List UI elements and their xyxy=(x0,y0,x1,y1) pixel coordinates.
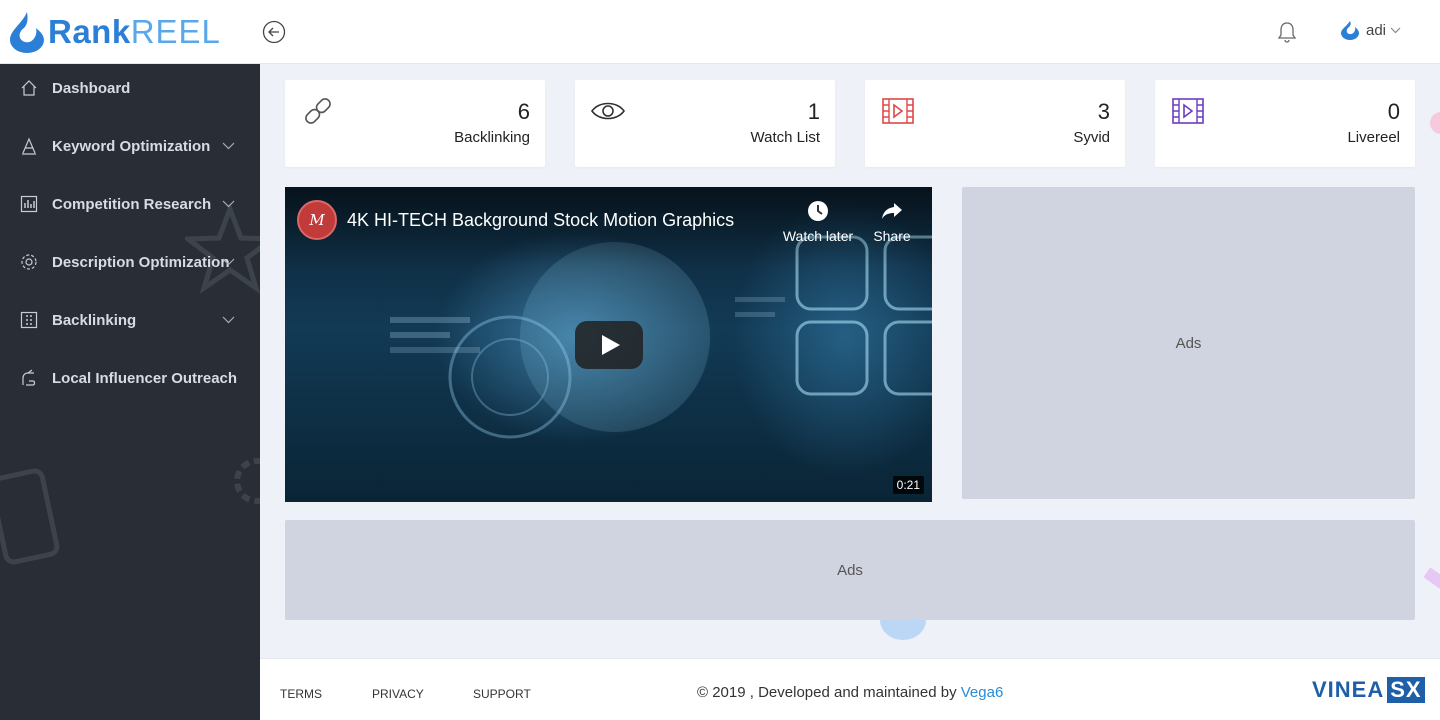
chevron-down-icon xyxy=(222,258,235,266)
video-player[interactable]: M 4K HI-TECH Background Stock Motion Gra… xyxy=(285,187,932,502)
stat-label: Backlinking xyxy=(454,129,530,146)
video-duration: 0:21 xyxy=(892,476,924,494)
chevron-down-icon xyxy=(222,142,235,150)
sidebar-item-label: Backlinking xyxy=(52,311,137,329)
notification-bell-icon[interactable] xyxy=(1276,20,1298,44)
brand-text: VINEA xyxy=(1312,677,1385,702)
eye-icon xyxy=(591,102,625,120)
share-label: Share xyxy=(873,228,911,244)
sidebar-item-competition-research[interactable]: Competition Research xyxy=(0,175,260,233)
footer: TERMS PRIVACY SUPPORT © 2019 , Developed… xyxy=(260,658,1440,720)
logo-text-rank: Rank xyxy=(48,13,131,50)
sidebar-item-description-optimization[interactable]: Description Optimization xyxy=(0,233,260,291)
decorative-blob xyxy=(1430,112,1440,134)
stat-label: Syvid xyxy=(1073,129,1110,146)
grid-icon xyxy=(20,311,38,329)
share-arrow-icon xyxy=(882,203,902,219)
privacy-link[interactable]: PRIVACY xyxy=(372,687,424,701)
ad-label: Ads xyxy=(1175,334,1202,352)
sidebar-item-label: Description Optimization xyxy=(52,253,230,271)
chevron-down-icon xyxy=(222,316,235,324)
stat-card-syvid[interactable]: 3 Syvid xyxy=(865,80,1125,167)
stat-label: Livereel xyxy=(1347,129,1400,146)
gear-icon xyxy=(21,254,37,270)
film-icon xyxy=(1172,98,1204,124)
copyright-label: © 2019 , Developed and maintained by xyxy=(697,684,961,701)
tablet-decoration-icon xyxy=(0,468,60,565)
chevron-down-icon xyxy=(222,200,235,208)
home-icon xyxy=(21,80,37,96)
logo-text-reel: REEL xyxy=(130,13,221,50)
ad-slot-bottom[interactable]: Ads xyxy=(285,520,1415,620)
chevron-down-icon xyxy=(1390,27,1401,33)
footer-brand-logo: VINEA SX xyxy=(1312,677,1425,703)
copyright-text: © 2019 , Developed and maintained by Veg… xyxy=(697,684,1003,701)
user-name: adi xyxy=(1366,21,1387,39)
logo-text: RankREEL xyxy=(48,13,221,51)
decorative-blob xyxy=(1423,567,1440,589)
developer-link[interactable]: Vega6 xyxy=(961,684,1004,701)
play-button[interactable] xyxy=(575,321,643,369)
text-a-icon xyxy=(22,137,36,155)
sidebar: Dashboard Keyword Optimization Competiti… xyxy=(0,64,260,720)
avatar xyxy=(1341,21,1359,40)
logo-drop-icon xyxy=(10,12,44,53)
video-title[interactable]: 4K HI-TECH Background Stock Motion Graph… xyxy=(347,210,734,231)
support-link[interactable]: SUPPORT xyxy=(473,687,531,701)
terms-link[interactable]: TERMS xyxy=(280,687,322,701)
sidebar-item-dashboard[interactable]: Dashboard xyxy=(0,64,260,117)
stat-value: 0 xyxy=(1387,99,1400,124)
bar-chart-icon xyxy=(20,195,38,213)
link-icon xyxy=(305,98,331,124)
sidebar-item-label: Dashboard xyxy=(52,79,131,97)
sidebar-toggle-back-icon[interactable] xyxy=(262,20,286,44)
clock-icon xyxy=(808,201,828,221)
brand-text-sx: SX xyxy=(1387,677,1425,703)
sidebar-item-backlinking[interactable]: Backlinking xyxy=(0,291,260,349)
share-button[interactable]: Share xyxy=(855,200,929,246)
hand-icon xyxy=(22,369,36,386)
sidebar-item-label: Keyword Optimization xyxy=(52,137,211,155)
top-header: RankREEL adi xyxy=(0,0,1440,64)
stat-value: 6 xyxy=(517,99,530,124)
gear-decoration-icon xyxy=(234,458,260,504)
stat-value: 1 xyxy=(807,99,820,124)
user-menu[interactable]: adi xyxy=(1340,20,1401,40)
app-logo[interactable]: RankREEL xyxy=(8,10,221,54)
stat-value: 3 xyxy=(1097,99,1110,124)
sidebar-item-label: Competition Research xyxy=(52,195,212,213)
ad-slot-side[interactable]: Ads xyxy=(962,187,1415,499)
stat-label: Watch List xyxy=(750,129,820,146)
watch-later-button[interactable]: Watch later xyxy=(781,200,855,246)
stat-card-watch-list[interactable]: 1 Watch List xyxy=(575,80,835,167)
watch-later-label: Watch later xyxy=(782,228,854,244)
stat-card-backlinking[interactable]: 6 Backlinking xyxy=(285,80,545,167)
channel-avatar[interactable]: M xyxy=(297,200,337,240)
ad-label: Ads xyxy=(837,561,863,579)
film-icon xyxy=(882,98,914,124)
sidebar-item-keyword-optimization[interactable]: Keyword Optimization xyxy=(0,117,260,175)
stat-card-livereel[interactable]: 0 Livereel xyxy=(1155,80,1415,167)
sidebar-item-label: Local Influencer Outreach xyxy=(52,369,238,387)
sidebar-item-local-influencer-outreach[interactable]: Local Influencer Outreach xyxy=(0,349,260,407)
